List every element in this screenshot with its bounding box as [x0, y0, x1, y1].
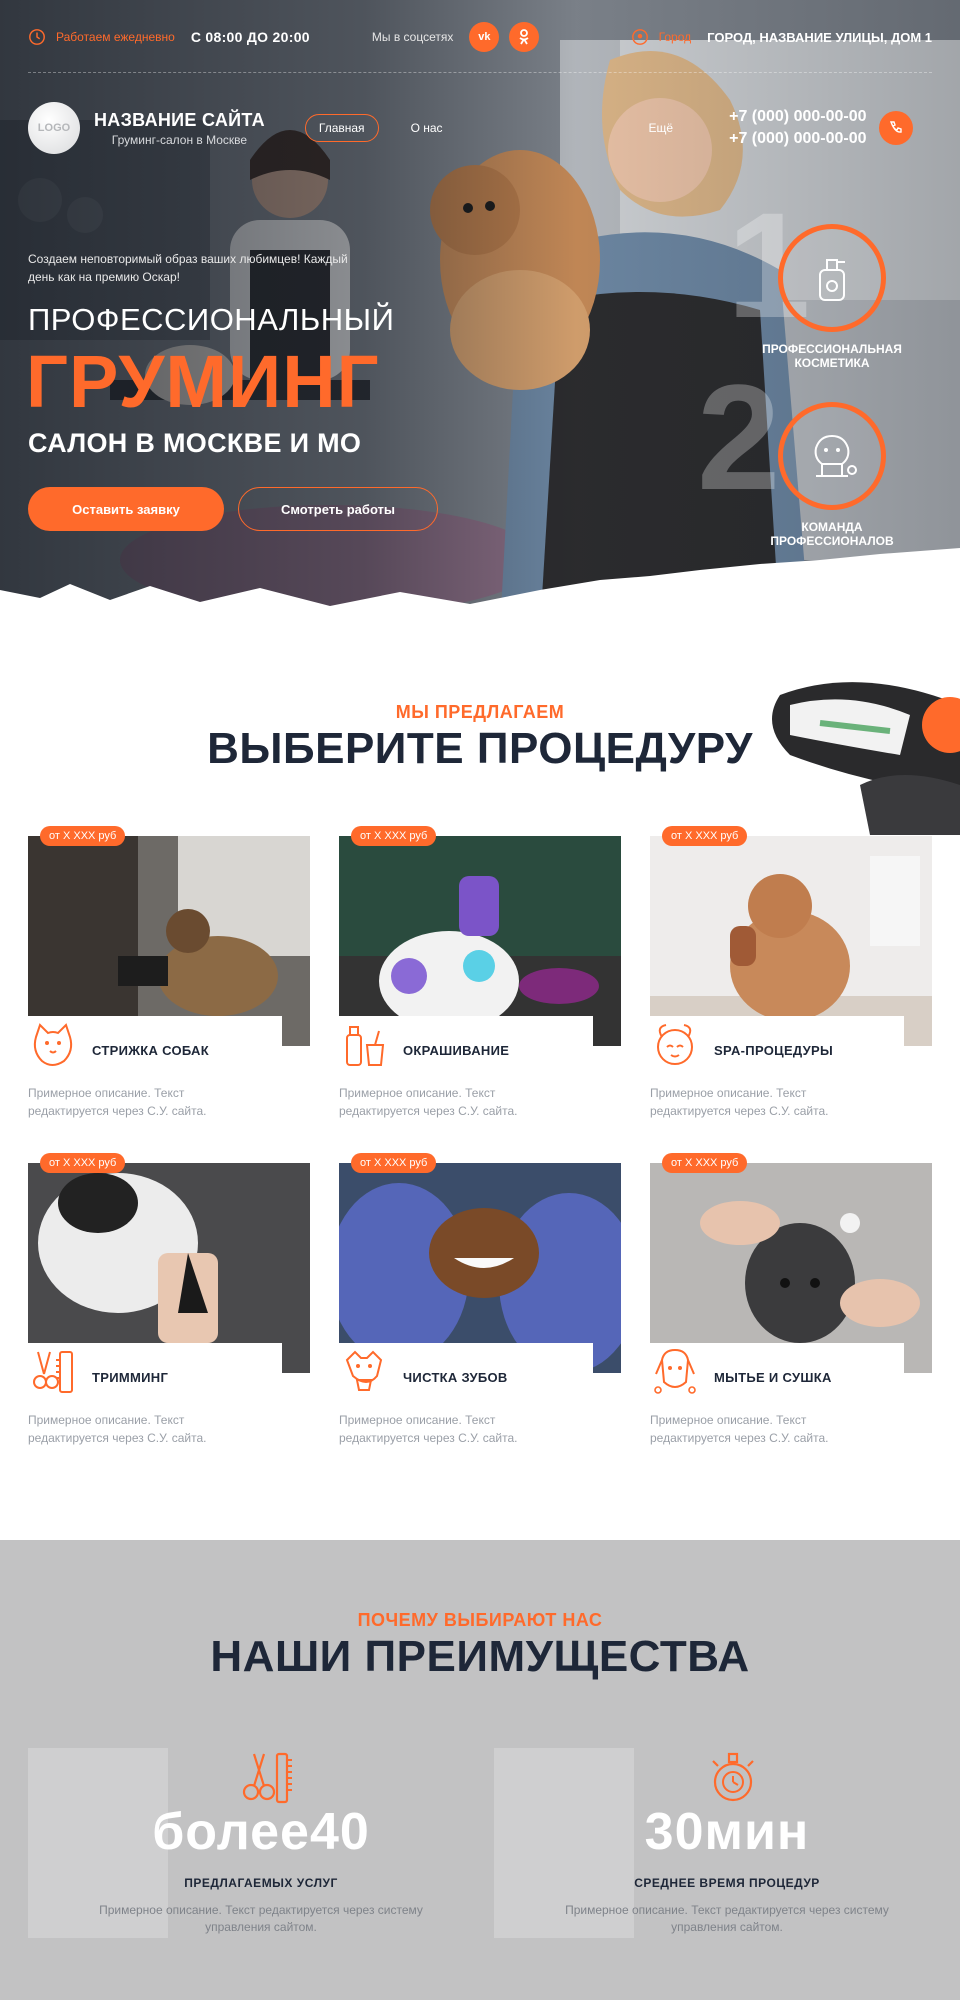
procedure-card[interactable]: от X XXX руб ОКРАШИВАНИЕ Примерное описа… [339, 826, 621, 1126]
phone-number[interactable]: +7 (000) 000-00-00 [729, 106, 866, 128]
procedure-description: Примерное описание. Текст редактируется … [650, 1086, 829, 1118]
hero-title-line3: САЛОН В МОСКВЕ И МО [28, 428, 362, 458]
feature-team: 2 КОМАНДА ПРОФЕССИОНАЛОВ [697, 362, 922, 548]
working-hours: С 08:00 ДО 20:00 [190, 29, 310, 45]
vk-icon[interactable]: vk [469, 22, 500, 52]
site-name: НАЗВАНИЕ САЙТА [94, 109, 265, 130]
city-selector[interactable]: Город [659, 30, 691, 44]
procedure-photo [28, 836, 310, 1046]
nav-more[interactable]: Ещё [649, 121, 674, 135]
procedures-eyebrow: МЫ ПРЕДЛАГАЕМ [395, 702, 565, 722]
procedure-photo [650, 836, 932, 1046]
dog-teeth-icon [345, 1350, 383, 1391]
nav-home[interactable]: Главная [304, 114, 379, 142]
price-badge: от X XXX руб [40, 1153, 126, 1173]
advantage-value: более40 [152, 1803, 370, 1861]
advantages-title: НАШИ ПРЕИМУЩЕСТВА [210, 1632, 750, 1681]
advantage-caption: ПРЕДЛАГАЕМЫХ УСЛУГ [184, 1876, 338, 1890]
stopwatch-icon [712, 1752, 754, 1802]
social-label: Мы в соцсетях [371, 30, 454, 44]
hero-tagline: Создаем неповторимый образ ваших любимце… [28, 252, 348, 284]
procedure-card[interactable]: от X XXX руб SPA-ПРОЦЕДУРЫ Примерное опи… [650, 826, 932, 1126]
advantage-value: 30мин [644, 1803, 810, 1861]
advantage-item: более40 ПРЕДЛАГАЕМЫХ УСЛУГ Примерное опи… [28, 1748, 494, 1948]
procedure-photo [650, 1163, 932, 1373]
procedure-title: ТРИММИНГ [92, 1370, 169, 1385]
dog-grooming-icon [814, 434, 857, 477]
procedure-description: Примерное описание. Текст редактируется … [28, 1413, 207, 1445]
trimmer-tools-icon [33, 1351, 73, 1393]
site-subtitle: Груминг-салон в Москве [111, 132, 248, 147]
procedure-photo [339, 836, 621, 1046]
procedure-photo [28, 1163, 310, 1373]
price-badge: от X XXX руб [351, 1153, 437, 1173]
procedure-photo [339, 1163, 621, 1373]
cosmetics-bottle-icon [819, 259, 845, 301]
price-badge: от X XXX руб [662, 1153, 748, 1173]
feature-cosmetics: 1 ПРОФЕССИОНАЛЬНАЯ КОСМЕТИКА [727, 190, 922, 370]
procedure-card[interactable]: от X XXX руб СТРИЖКА СОБАК Примерное опи… [28, 826, 310, 1126]
advantage-description: Примерное описание. Текст редактируется … [565, 1903, 889, 1934]
procedure-description: Примерное описание. Текст редактируется … [28, 1086, 207, 1118]
phone-numbers: +7 (000) 000-00-00 +7 (000) 000-00-00 [729, 106, 866, 150]
procedure-title: МЫТЬЕ И СУШКА [714, 1370, 832, 1385]
top-bar: Работаем ежедневно С 08:00 ДО 20:00 Мы в… [28, 22, 932, 52]
phone-call-icon[interactable] [878, 111, 913, 145]
top-divider [28, 72, 932, 73]
logo[interactable]: LOGO [28, 102, 80, 154]
header-nav: LOGO НАЗВАНИЕ САЙТА Груминг-салон в Моск… [28, 100, 932, 156]
dog-face-icon [33, 1023, 73, 1066]
request-button[interactable]: Оставить заявку [28, 487, 224, 531]
procedure-title: ЧИСТКА ЗУБОВ [403, 1370, 508, 1385]
procedure-card[interactable]: от X XXX руб МЫТЬЕ И СУШКА Примерное опи… [650, 1153, 932, 1453]
spa-dog-icon [657, 1024, 693, 1065]
dye-bottle-icon [346, 1026, 385, 1066]
procedure-card[interactable]: от X XXX руб ТРИММИНГ Примерное описание… [28, 1153, 310, 1453]
procedure-title: СТРИЖКА СОБАК [92, 1043, 209, 1058]
ok-icon[interactable] [509, 22, 540, 52]
hero-title-line2: ГРУМИНГ [26, 340, 380, 423]
nav-about[interactable]: О нас [411, 121, 443, 135]
procedure-title: ОКРАШИВАНИЕ [403, 1043, 510, 1058]
feature-label: КОМАНДА ПРОФЕССИОНАЛОВ [770, 520, 894, 548]
procedure-title: SPA-ПРОЦЕДУРЫ [714, 1043, 834, 1058]
price-badge: от X XXX руб [351, 826, 437, 846]
phone-number[interactable]: +7 (000) 000-00-00 [729, 128, 866, 150]
advantages-eyebrow: ПОЧЕМУ ВЫБИРАЮТ НАС [357, 1610, 603, 1630]
location-pin-icon [631, 29, 648, 45]
procedure-description: Примерное описание. Текст редактируется … [339, 1086, 518, 1118]
hero-section: Работаем ежедневно С 08:00 ДО 20:00 Мы в… [0, 0, 960, 630]
advantages-section: ПОЧЕМУ ВЫБИРАЮТ НАС НАШИ ПРЕИМУЩЕСТВА бо… [0, 1540, 960, 2000]
price-badge: от X XXX руб [40, 826, 126, 846]
advantage-item: 30мин СРЕДНЕЕ ВРЕМЯ ПРОЦЕДУР Примерное о… [494, 1748, 960, 1948]
feature-number: 2 [697, 353, 781, 521]
procedure-description: Примерное описание. Текст редактируется … [650, 1413, 829, 1445]
procedures-section: МЫ ПРЕДЛАГАЕМ ВЫБЕРИТЕ ПРОЦЕДУРУ от X XX… [0, 630, 960, 1540]
price-badge: от X XXX руб [662, 826, 748, 846]
procedure-card[interactable]: от X XXX руб ЧИСТКА ЗУБОВ Примерное опис… [339, 1153, 621, 1453]
advantage-description: Примерное описание. Текст редактируется … [99, 1903, 423, 1934]
hero-title-line1: ПРОФЕССИОНАЛЬНЫЙ [28, 302, 395, 337]
procedure-description: Примерное описание. Текст редактируется … [339, 1413, 518, 1445]
address: ГОРОД, НАЗВАНИЕ УЛИЦЫ, ДОМ 1 [707, 29, 932, 45]
view-works-button[interactable]: Смотреть работы [238, 487, 438, 531]
scissors-comb-icon [242, 1752, 292, 1804]
advantage-caption: СРЕДНЕЕ ВРЕМЯ ПРОЦЕДУР [634, 1876, 820, 1890]
procedures-title: ВЫБЕРИТЕ ПРОЦЕДУРУ [207, 724, 753, 773]
clock-icon [29, 29, 45, 45]
working-days-label: Работаем ежедневно [56, 30, 175, 44]
dog-bath-icon [654, 1348, 696, 1394]
hero-brush-edge [0, 548, 960, 630]
